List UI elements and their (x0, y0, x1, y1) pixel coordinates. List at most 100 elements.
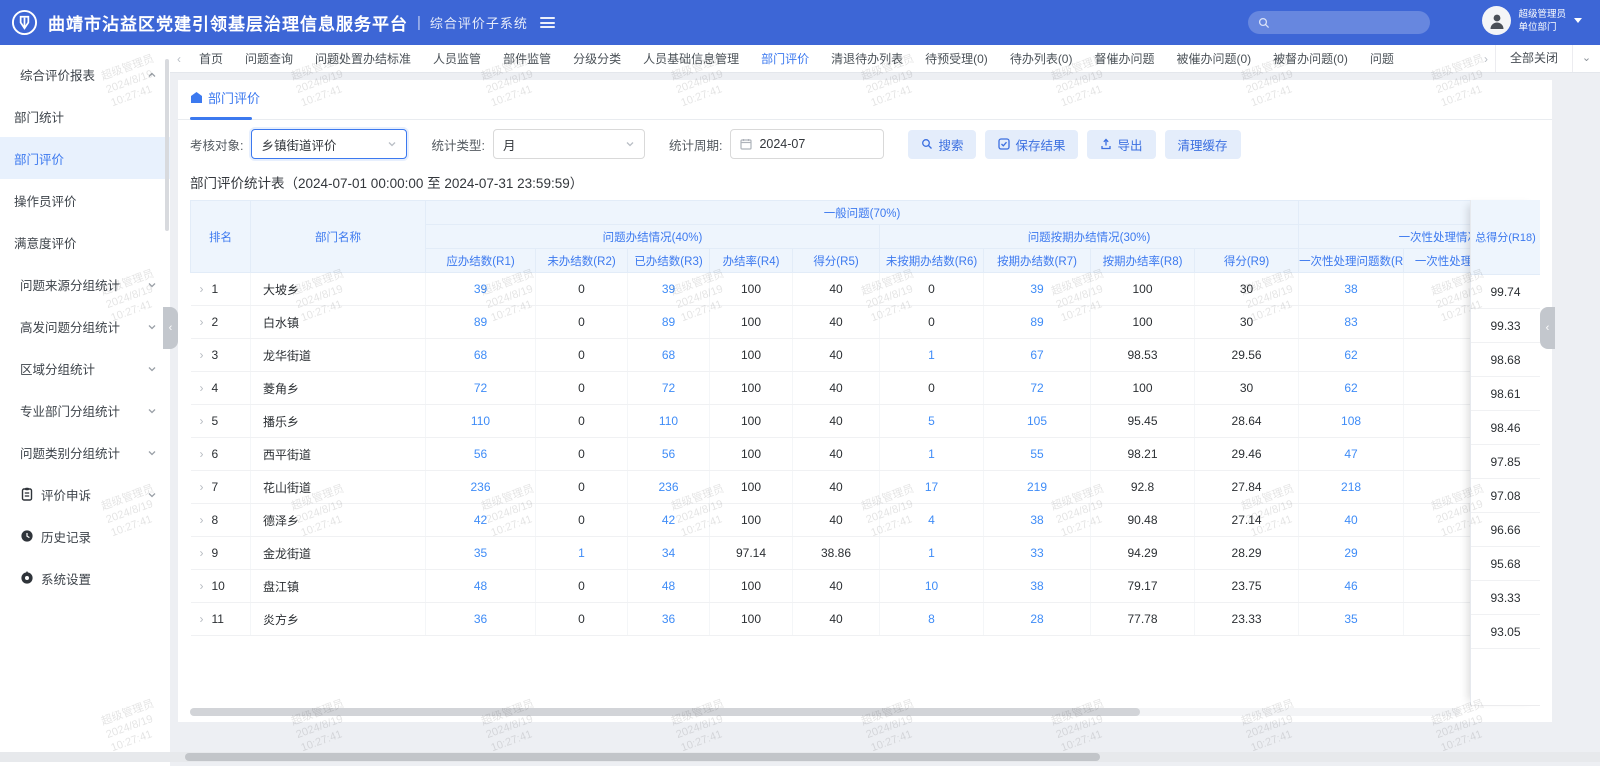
count-link[interactable]: 5 (928, 414, 935, 428)
tab-2[interactable]: 问题处置办结标准 (304, 45, 422, 72)
count-link[interactable]: 10 (925, 579, 938, 593)
row-expand-icon[interactable]: › (200, 612, 204, 626)
row-expand-icon[interactable]: › (200, 282, 204, 296)
period-date-input[interactable]: 2024-07 (730, 129, 884, 159)
menu-icon[interactable] (540, 17, 555, 28)
save-results-button[interactable]: 保存结果 (985, 130, 1078, 159)
row-expand-icon[interactable]: › (200, 315, 204, 329)
count-link[interactable]: 28 (1030, 612, 1043, 626)
count-link[interactable]: 36 (662, 612, 675, 626)
row-expand-icon[interactable]: › (200, 381, 204, 395)
count-link[interactable]: 33 (1030, 546, 1043, 560)
tab-3[interactable]: 人员监管 (422, 45, 492, 72)
count-link[interactable]: 29 (1344, 546, 1357, 560)
count-link[interactable]: 72 (1030, 381, 1043, 395)
count-link[interactable]: 89 (474, 315, 487, 329)
export-button[interactable]: 导出 (1087, 130, 1155, 159)
count-link[interactable]: 55 (1030, 447, 1043, 461)
count-link[interactable]: 38 (1344, 282, 1357, 296)
count-link[interactable]: 42 (662, 513, 675, 527)
page-tab-department-evaluation[interactable]: 部门评价 (190, 88, 260, 107)
tab-4[interactable]: 部件监管 (492, 45, 562, 72)
tab-11[interactable]: 督催办问题 (1083, 45, 1165, 72)
sidebar-item-11[interactable]: 历史记录 (0, 515, 170, 557)
count-link[interactable]: 38 (1030, 579, 1043, 593)
sidebar-scrollbar[interactable] (165, 59, 169, 231)
count-link[interactable]: 48 (662, 579, 675, 593)
count-link[interactable]: 67 (1030, 348, 1043, 362)
row-expand-icon[interactable]: › (200, 513, 204, 527)
count-link[interactable]: 35 (1344, 612, 1357, 626)
count-link[interactable]: 62 (1344, 381, 1357, 395)
count-link[interactable]: 236 (658, 480, 678, 494)
header-search-input[interactable] (1248, 11, 1430, 34)
sidebar-item-7[interactable]: 区域分组统计 (0, 347, 170, 389)
count-link[interactable]: 36 (474, 612, 487, 626)
count-link[interactable]: 8 (928, 612, 935, 626)
count-link[interactable]: 42 (474, 513, 487, 527)
count-link[interactable]: 110 (471, 414, 490, 428)
sidebar-item-6[interactable]: 高发问题分组统计 (0, 305, 170, 347)
sidebar-item-0[interactable]: 综合评价报表 (0, 53, 170, 95)
count-link[interactable]: 219 (1027, 480, 1047, 494)
sidebar-item-4[interactable]: 满意度评价 (0, 221, 170, 263)
count-link[interactable]: 56 (474, 447, 487, 461)
tab-14[interactable]: 问题 (1359, 45, 1405, 72)
count-link[interactable]: 83 (1344, 315, 1357, 329)
user-menu[interactable]: 超级管理员 单位部门 (1482, 6, 1582, 35)
row-expand-icon[interactable]: › (200, 579, 204, 593)
page-scrollbar-thumb[interactable] (185, 753, 1100, 761)
tab-1[interactable]: 问题查询 (234, 45, 304, 72)
count-link[interactable]: 39 (1030, 282, 1043, 296)
tab-0[interactable]: 首页 (188, 45, 234, 72)
tab-10[interactable]: 待办列表(0) (999, 45, 1084, 72)
close-all-tabs-button[interactable]: 全部关闭 (1495, 45, 1572, 72)
count-link[interactable]: 46 (1344, 579, 1357, 593)
count-link[interactable]: 39 (474, 282, 487, 296)
tab-5[interactable]: 分级分类 (562, 45, 632, 72)
tab-7[interactable]: 部门评价 (750, 45, 820, 72)
count-link[interactable]: 56 (662, 447, 675, 461)
count-link[interactable]: 110 (659, 414, 678, 428)
count-link[interactable]: 35 (474, 546, 487, 560)
row-expand-icon[interactable]: › (200, 546, 204, 560)
count-link[interactable]: 72 (474, 381, 487, 395)
tab-13[interactable]: 被督办问题(0) (1262, 45, 1359, 72)
count-link[interactable]: 89 (662, 315, 675, 329)
sidebar-item-9[interactable]: 问题类别分组统计 (0, 431, 170, 473)
row-expand-icon[interactable]: › (200, 348, 204, 362)
count-link[interactable]: 89 (1030, 315, 1043, 329)
count-link[interactable]: 108 (1341, 414, 1361, 428)
sidebar-item-2[interactable]: 部门评价 (0, 137, 170, 179)
count-link[interactable]: 38 (1030, 513, 1043, 527)
count-link[interactable]: 40 (1344, 513, 1357, 527)
search-button[interactable]: 搜索 (908, 130, 976, 159)
count-link[interactable]: 68 (474, 348, 487, 362)
tab-8[interactable]: 清退待办列表 (820, 45, 914, 72)
count-link[interactable]: 236 (470, 480, 490, 494)
count-link[interactable]: 4 (928, 513, 935, 527)
count-link[interactable]: 47 (1344, 447, 1357, 461)
count-link[interactable]: 34 (662, 546, 675, 560)
tabs-more-dropdown[interactable]: ⌄ (1572, 45, 1600, 72)
row-expand-icon[interactable]: › (200, 480, 204, 494)
count-link[interactable]: 39 (662, 282, 675, 296)
sidebar-item-8[interactable]: 专业部门分组统计 (0, 389, 170, 431)
sidebar-item-12[interactable]: 系统设置 (0, 557, 170, 599)
count-link[interactable]: 218 (1341, 480, 1361, 494)
stat-type-select[interactable]: 月 (493, 129, 645, 159)
count-link[interactable]: 68 (662, 348, 675, 362)
tab-6[interactable]: 人员基础信息管理 (632, 45, 750, 72)
count-link[interactable]: 17 (925, 480, 938, 494)
tabs-scroll-left-icon[interactable]: ‹ (170, 52, 188, 66)
right-panel-handle[interactable]: ‹ (1540, 307, 1555, 349)
count-link[interactable]: 1 (578, 546, 585, 560)
target-select[interactable]: 乡镇街道评价 (251, 129, 407, 159)
count-link[interactable]: 1 (928, 546, 935, 560)
table-scrollbar-thumb[interactable] (190, 708, 1140, 716)
tabs-scroll-right-icon[interactable]: › (1477, 52, 1495, 66)
count-link[interactable]: 72 (662, 381, 675, 395)
row-expand-icon[interactable]: › (200, 447, 204, 461)
count-link[interactable]: 48 (474, 579, 487, 593)
sidebar-item-10[interactable]: 评价申诉 (0, 473, 170, 515)
